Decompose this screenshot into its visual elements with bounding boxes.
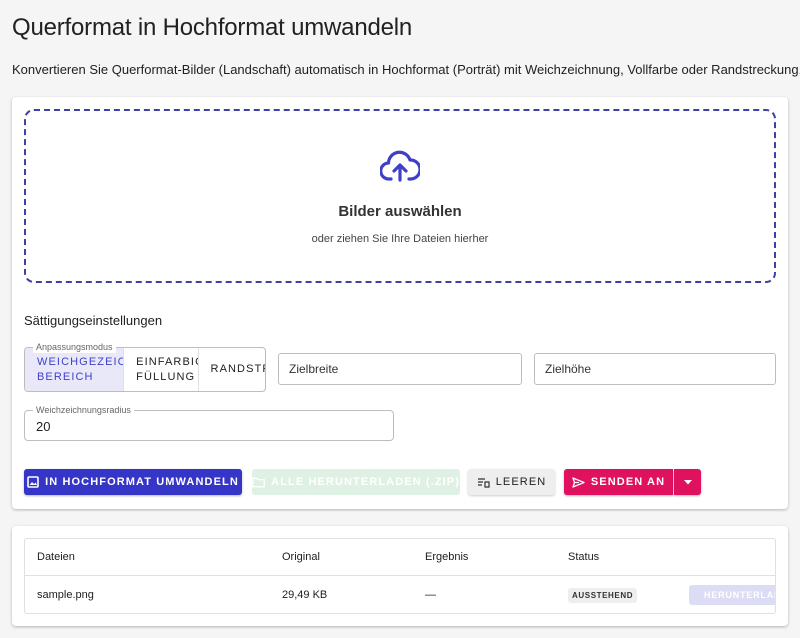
- mode-legend: Anpassungsmodus: [33, 341, 116, 353]
- row-original-size: 29,49 KB: [282, 589, 328, 601]
- mode-edge-stretch-button[interactable]: Randstreckung: [199, 348, 265, 391]
- header-status: Status: [568, 551, 600, 563]
- send-icon: [572, 476, 585, 488]
- clear-button[interactable]: Leeren: [468, 469, 555, 495]
- send-label: Senden an: [590, 476, 666, 488]
- header-original: Original: [282, 551, 320, 563]
- status-badge: AUSSTEHEND: [568, 587, 638, 603]
- target-height-input[interactable]: Zielhöhe: [534, 353, 776, 385]
- page-title: Querformat in Hochformat umwandeln: [12, 14, 413, 41]
- file-dropzone[interactable]: Bilder auswählen oder ziehen Sie Ihre Da…: [24, 109, 776, 283]
- converter-card: Bilder auswählen oder ziehen Sie Ihre Da…: [12, 97, 788, 509]
- mode-toggle-group: Anpassungsmodus Weichgezeichneter Bereic…: [24, 341, 266, 392]
- row-status: AUSSTEHEND: [568, 576, 638, 613]
- settings-section-label: Sättigungseinstellungen: [24, 313, 163, 328]
- mode-blur-label-1: Weichgezeichneter: [37, 355, 123, 368]
- convert-button[interactable]: In Hochformat umwandeln: [24, 469, 242, 495]
- clear-label: Leeren: [495, 476, 547, 488]
- files-table: Dateien Original Ergebnis Status sample.…: [24, 538, 776, 614]
- mode-blur-area-button[interactable]: Weichgezeichneter Bereich: [25, 348, 125, 391]
- mode-blur-label-2: Bereich: [37, 370, 94, 383]
- row-file-name: sample.png: [37, 589, 94, 601]
- mode-solid-label-1: Einfarbige: [136, 355, 197, 368]
- header-files: Dateien: [37, 551, 75, 563]
- clear-all-icon: [477, 477, 490, 488]
- files-card: Dateien Original Ergebnis Status sample.…: [12, 526, 788, 626]
- row-download-label: Herunterladen: [704, 590, 775, 600]
- mode-solid-label-2: Füllung: [136, 370, 196, 383]
- download-all-label: Alle herunterladen (.zip): [271, 476, 460, 488]
- row-download-button[interactable]: Herunterladen: [689, 585, 775, 605]
- page-subtitle: Konvertieren Sie Querformat-Bilder (Land…: [12, 62, 800, 77]
- cloud-upload-icon: [380, 150, 420, 182]
- dropzone-title: Bilder auswählen: [338, 203, 462, 220]
- mode-edge-label: Randstreckung: [210, 363, 265, 375]
- table-header: Dateien Original Ergebnis Status: [25, 539, 775, 576]
- table-row: sample.png 29,49 KB — AUSSTEHEND Herunte…: [25, 576, 775, 613]
- download-all-button[interactable]: Alle herunterladen (.zip): [252, 469, 460, 495]
- row-result: —: [425, 589, 436, 601]
- mode-solid-fill-button[interactable]: Einfarbige Füllung: [124, 348, 199, 391]
- send-to-button[interactable]: Senden an: [564, 469, 673, 495]
- image-icon: [27, 476, 39, 488]
- radius-legend: Weichzeichnungsradius: [33, 404, 134, 416]
- convert-label: In Hochformat umwandeln: [45, 476, 239, 488]
- radius-value: 20: [36, 419, 51, 434]
- dropzone-hint: oder ziehen Sie Ihre Dateien hierher: [311, 233, 489, 245]
- folder-zip-icon: [252, 477, 265, 488]
- header-result: Ergebnis: [425, 551, 469, 563]
- blur-radius-input[interactable]: Weichzeichnungsradius 20: [24, 404, 394, 441]
- send-menu-button[interactable]: [674, 469, 701, 495]
- caret-down-icon: [683, 479, 692, 484]
- target-width-input[interactable]: Zielbreite: [278, 353, 522, 385]
